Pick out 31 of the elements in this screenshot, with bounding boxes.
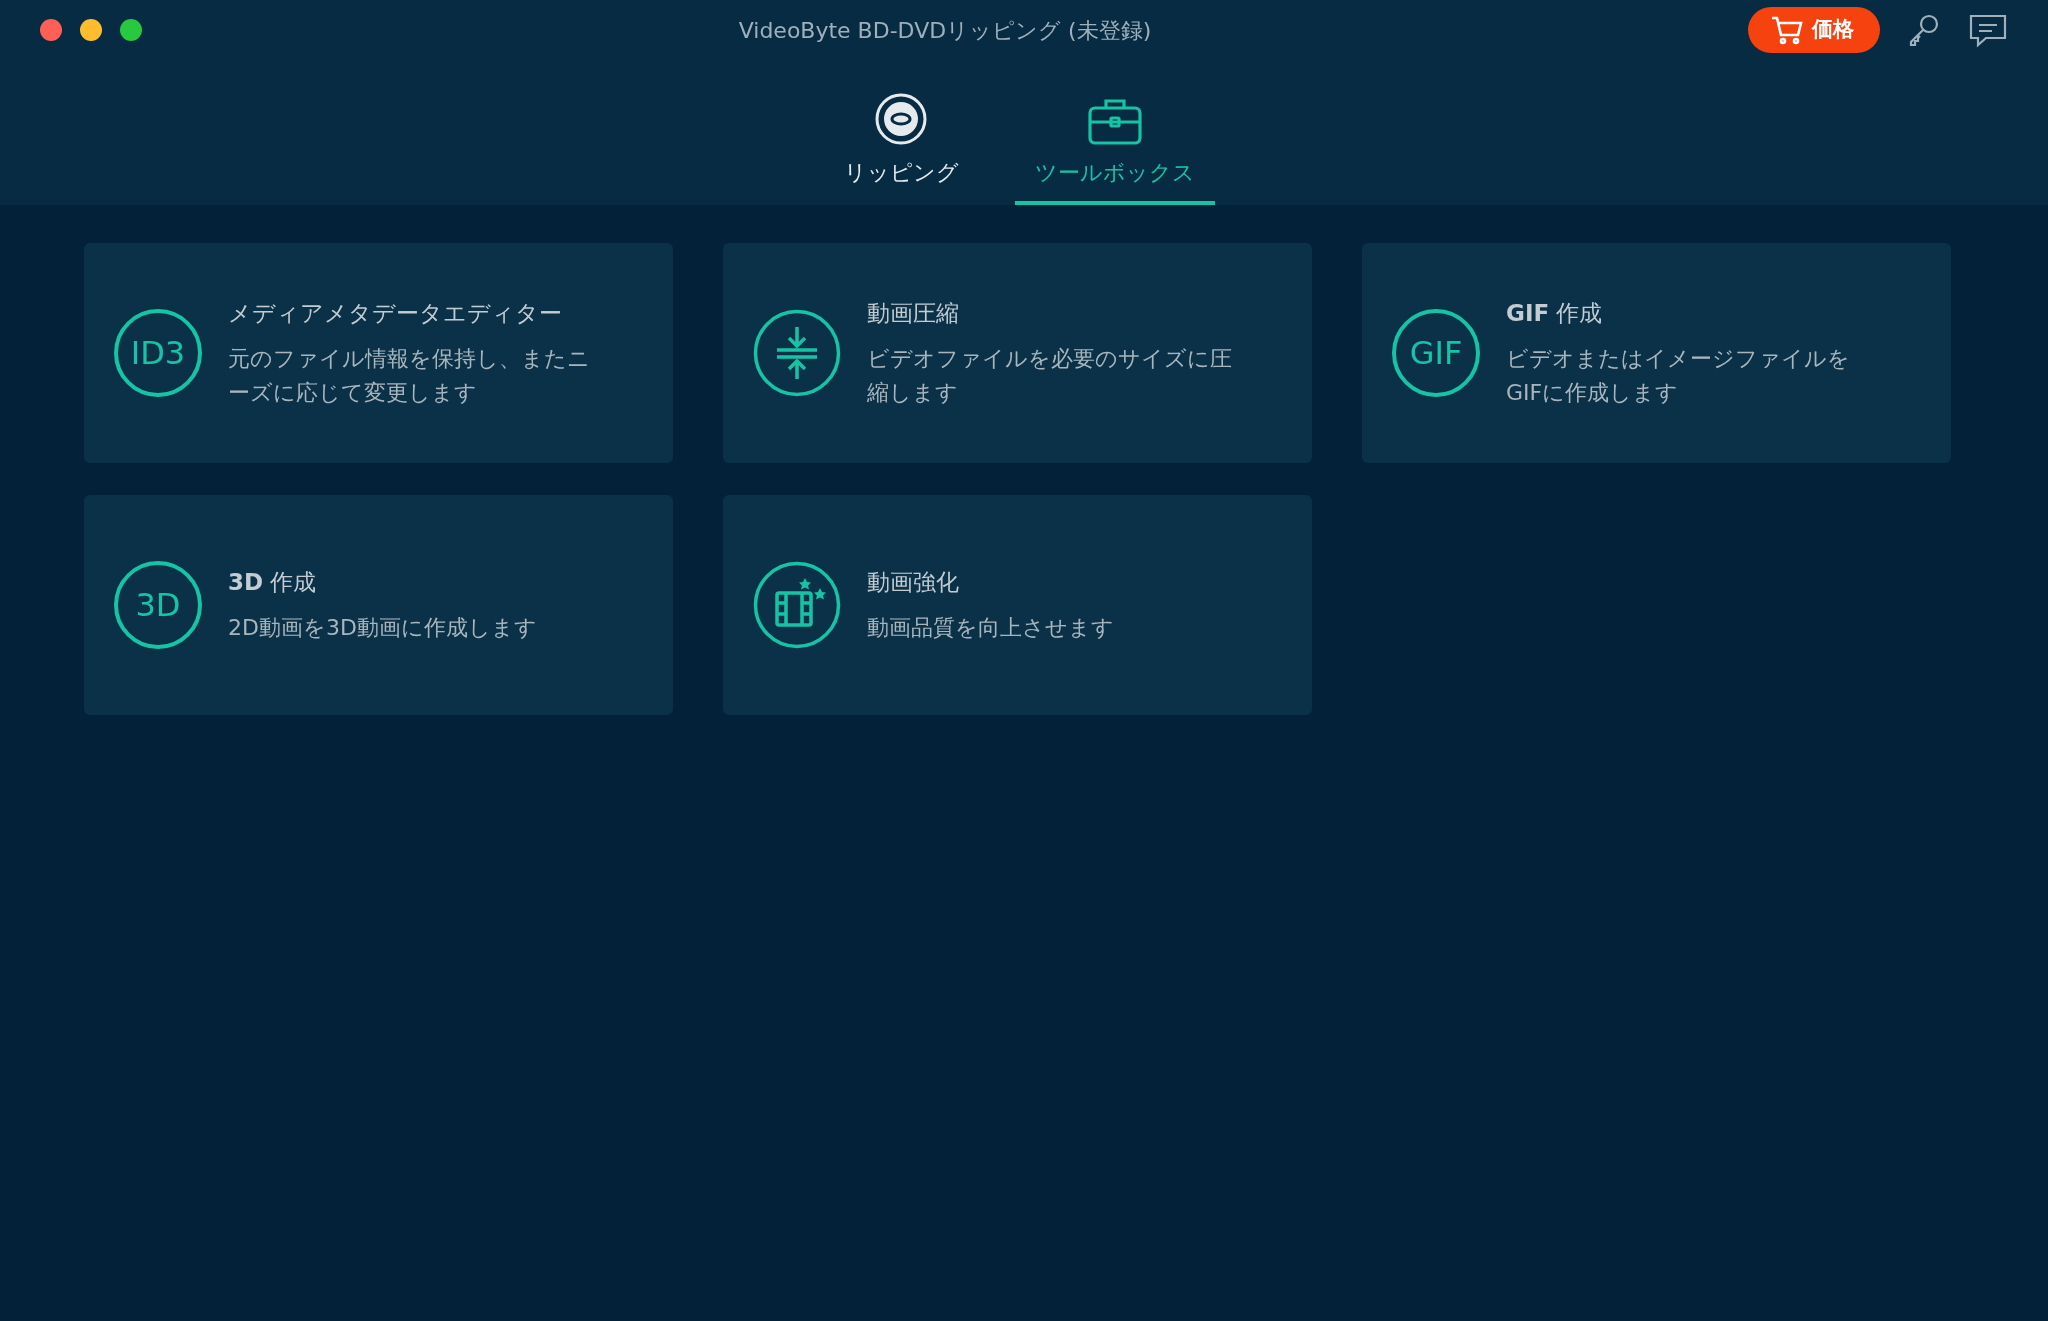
cart-icon (1770, 15, 1804, 45)
tab[interactable]: リッピング (823, 60, 979, 205)
toolbox-icon (1086, 96, 1143, 146)
chat-icon[interactable] (1968, 12, 2008, 48)
tool-description: 動画品質を向上させます (867, 614, 1114, 643)
tool-description: 元のファイル情報を保持し、またニーズに応じて変更します (228, 345, 591, 408)
tool-card[interactable]: 動画強化 動画品質を向上させます (723, 495, 1312, 715)
tool-description: 2D動画を3D動画に作成します (228, 614, 537, 643)
tool-title: GIF 作成 (1506, 298, 1604, 328)
tool-title: 動画圧縮 (867, 298, 960, 328)
tool-card[interactable]: GIF GIF 作成 ビデオまたはイメージファイルをGIFに作成します (1362, 243, 1951, 463)
tool-card[interactable]: 3D 3D 作成 2D動画を3D動画に作成します (84, 495, 673, 715)
tool-title: 3D 作成 (228, 567, 318, 597)
tool-card[interactable]: ID3 メディアメタデータエディター 元のファイル情報を保持し、またニーズに応じて変更します (84, 243, 673, 463)
tool-description: ビデオファイルを必要のサイズに圧縮します (867, 345, 1233, 408)
tool-description: ビデオまたはイメージファイルをGIFに作成します (1506, 345, 1851, 408)
circle-label-icon: 3D (114, 561, 202, 649)
tab[interactable]: ツールボックス (1014, 60, 1215, 205)
minimize-button[interactable] (80, 19, 102, 41)
circle-label-icon: ID3 (114, 309, 202, 397)
price-button[interactable]: 価格 (1748, 7, 1880, 53)
tool-card[interactable]: 動画圧縮 ビデオファイルを必要のサイズに圧縮します (723, 243, 1312, 463)
close-button[interactable] (40, 19, 62, 41)
maximize-button[interactable] (120, 19, 142, 41)
window-title: VideoByte BD-DVDリッピング (未登録) (738, 17, 1152, 43)
disc-icon (874, 92, 928, 146)
tool-title: メディアメタデータエディター (228, 298, 563, 328)
tool-title: 動画強化 (867, 567, 960, 597)
film-stars-icon (753, 561, 841, 649)
circle-label-icon: GIF (1392, 309, 1480, 397)
compress-icon (753, 309, 841, 397)
